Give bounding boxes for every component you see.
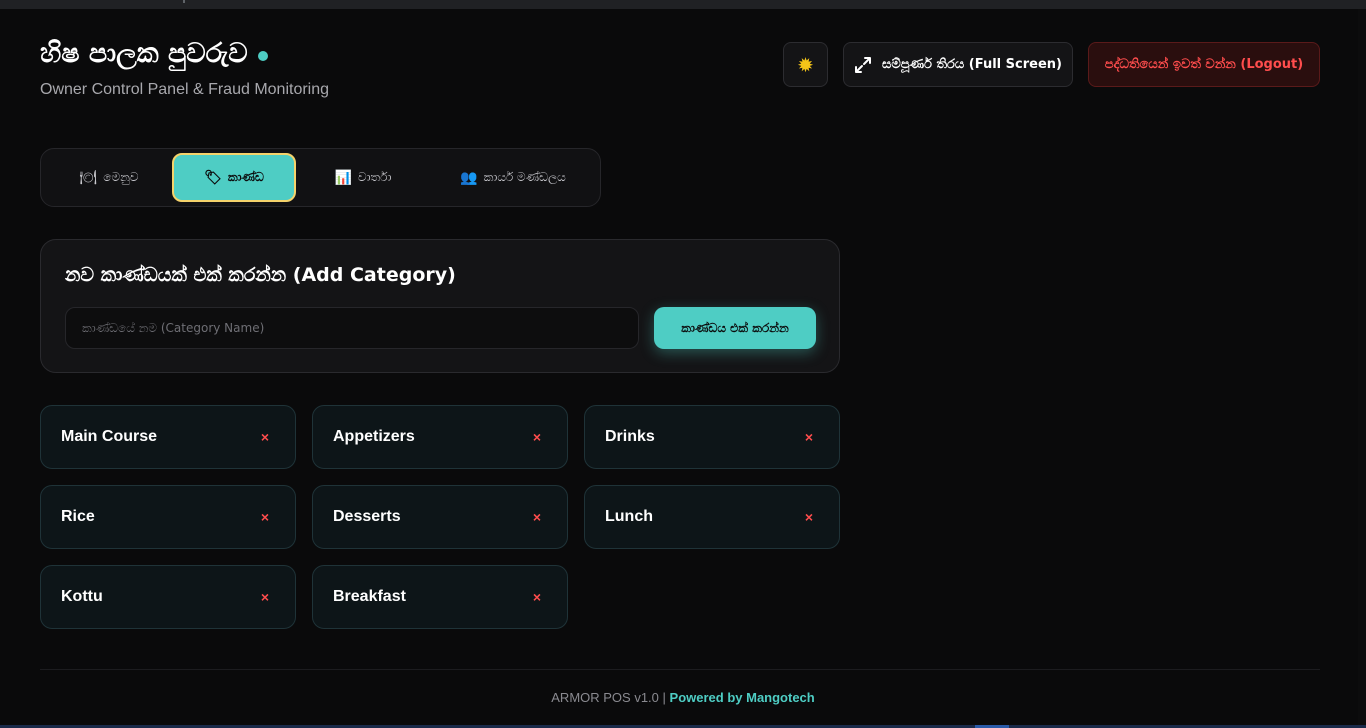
theme-toggle-button[interactable]: ✹ bbox=[783, 42, 828, 87]
delete-icon[interactable]: × bbox=[257, 426, 273, 448]
category-name: Lunch bbox=[605, 508, 653, 525]
sun-icon: ✹ bbox=[797, 52, 814, 77]
footer: ARMOR POS v1.0 | Powered by Mangotech bbox=[0, 690, 1366, 705]
tab-categories-label: කාණ්ඩ bbox=[227, 170, 264, 184]
fullscreen-label: සම්පූර්ණ තිරය (Full Screen) bbox=[882, 57, 1062, 72]
status-dot bbox=[257, 51, 268, 61]
category-tile: Main Course × bbox=[40, 405, 296, 469]
delete-icon[interactable]: × bbox=[257, 586, 273, 608]
category-tile: Lunch × bbox=[584, 485, 840, 549]
category-name: Desserts bbox=[333, 508, 401, 525]
tab-bar: 🍽 මෙනුව 🏷 කාණ්ඩ 📊 වාර්තා 👥 කාර්ය මණ්ඩලය bbox=[40, 148, 601, 207]
delete-icon[interactable]: × bbox=[801, 426, 817, 448]
category-tile: Breakfast × bbox=[312, 565, 568, 629]
category-name: Kottu bbox=[61, 588, 103, 605]
page-title: හිෂ පාලක පුවරුව bbox=[40, 38, 268, 70]
users-icon: 👥 bbox=[460, 169, 478, 186]
tab-staff-label: කාර්ය මණ්ඩලය bbox=[483, 170, 566, 184]
delete-icon[interactable]: × bbox=[801, 506, 817, 528]
page-subtitle: Owner Control Panel & Fraud Monitoring bbox=[40, 81, 330, 98]
tab-categories[interactable]: 🏷 කාණ්ඩ bbox=[172, 153, 296, 202]
category-tile: Drinks × bbox=[584, 405, 840, 469]
top-strip-tick bbox=[183, 0, 185, 3]
delete-icon[interactable]: × bbox=[529, 586, 545, 608]
category-name: Rice bbox=[61, 508, 95, 525]
footer-version: ARMOR POS v1.0 | bbox=[551, 690, 666, 705]
tab-menu[interactable]: 🍽 මෙනුව bbox=[47, 154, 171, 201]
delete-icon[interactable]: × bbox=[257, 506, 273, 528]
add-category-button[interactable]: කාණ්ඩය එක් කරන්න bbox=[654, 307, 816, 349]
logout-button[interactable]: පද්ධතියෙන් ඉවත් වන්න (Logout) bbox=[1088, 42, 1320, 87]
category-tile: Kottu × bbox=[40, 565, 296, 629]
tag-icon: 🏷 bbox=[204, 169, 222, 186]
expand-icon bbox=[855, 56, 872, 73]
fullscreen-button[interactable]: සම්පූර්ණ තිරය (Full Screen) bbox=[843, 42, 1073, 87]
category-name: Breakfast bbox=[333, 588, 406, 605]
bar-chart-icon: 📊 bbox=[334, 169, 352, 186]
category-tile: Rice × bbox=[40, 485, 296, 549]
tab-reports-label: වාර්තා bbox=[357, 170, 392, 184]
tab-menu-label: මෙනුව bbox=[103, 170, 139, 184]
footer-brand-link[interactable]: Powered by Mangotech bbox=[670, 690, 815, 705]
scrollbar[interactable] bbox=[1358, 9, 1366, 728]
category-name: Drinks bbox=[605, 428, 655, 445]
add-category-title: නව කාණ්ඩයක් එක් කරන්න (Add Category) bbox=[65, 264, 456, 286]
delete-icon[interactable]: × bbox=[529, 426, 545, 448]
category-name: Main Course bbox=[61, 428, 158, 445]
category-tile: Desserts × bbox=[312, 485, 568, 549]
tab-reports[interactable]: 📊 වාර්තා bbox=[301, 154, 425, 201]
browser-top-strip bbox=[0, 0, 1366, 9]
plate-icon: 🍽 bbox=[79, 169, 98, 186]
delete-icon[interactable]: × bbox=[529, 506, 545, 528]
footer-divider bbox=[40, 669, 1320, 670]
category-name-input[interactable] bbox=[65, 307, 639, 349]
category-tile: Appetizers × bbox=[312, 405, 568, 469]
page-title-text: හිෂ පාලක පුවරුව bbox=[40, 38, 248, 69]
logout-label: පද්ධතියෙන් ඉවත් වන්න (Logout) bbox=[1104, 57, 1304, 72]
tab-staff[interactable]: 👥 කාර්ය මණ්ඩලය bbox=[431, 154, 595, 201]
add-category-card: නව කාණ්ඩයක් එක් කරන්න (Add Category) කාණ… bbox=[40, 239, 840, 373]
category-name: Appetizers bbox=[333, 428, 415, 445]
